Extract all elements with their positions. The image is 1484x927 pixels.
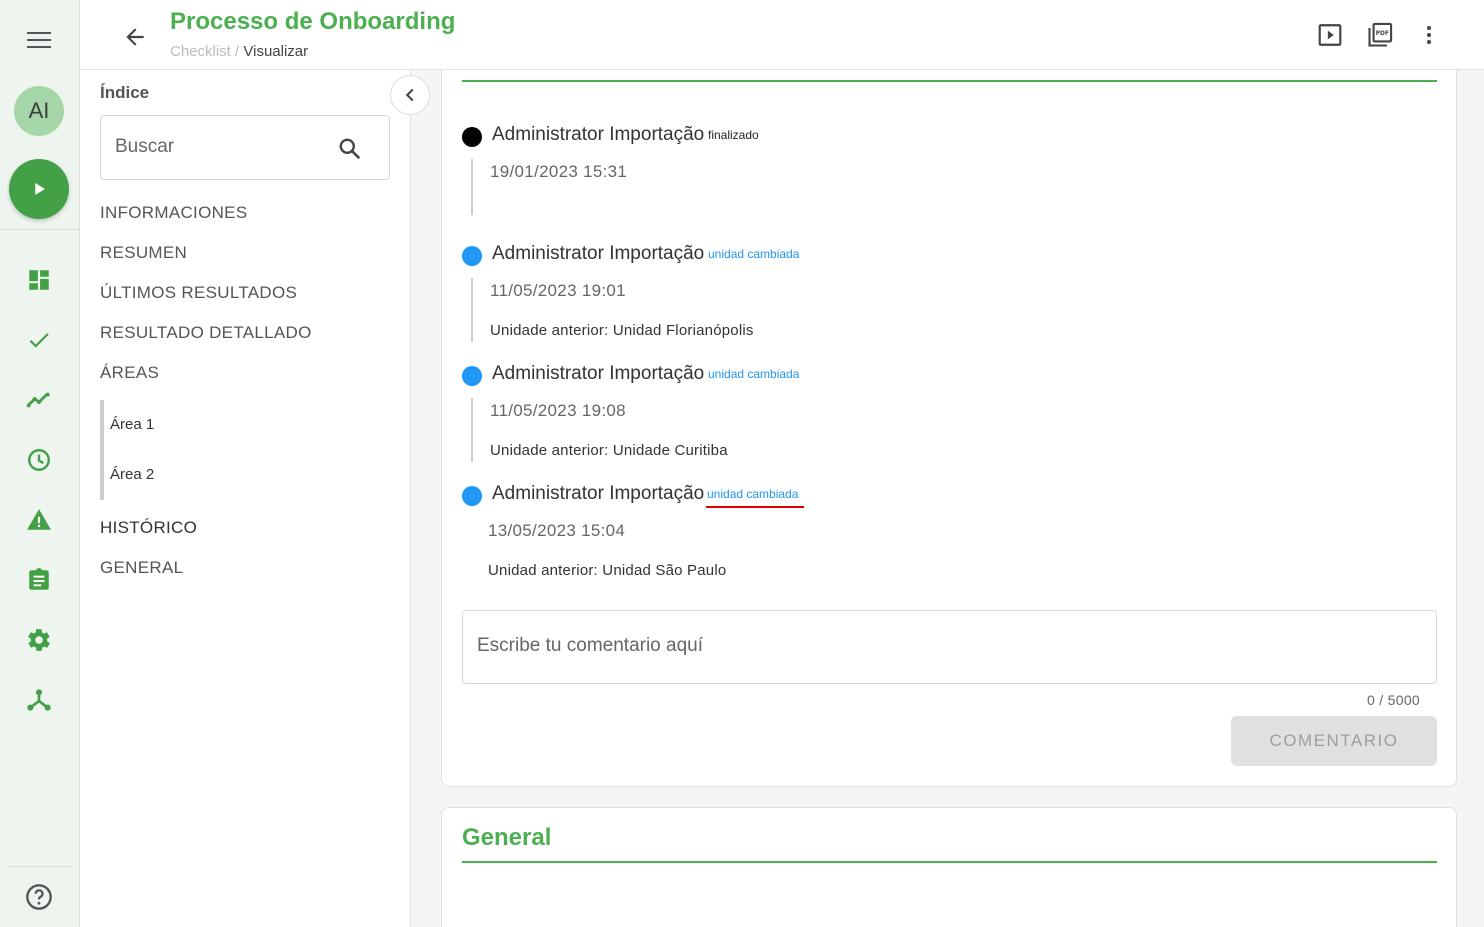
- history-tag: finalizado: [708, 128, 759, 142]
- comment-input[interactable]: [477, 635, 1417, 665]
- history-user: Administrator Importação: [492, 243, 705, 264]
- history-tag-highlighted: unidad cambiada: [706, 487, 805, 508]
- history-date: 13/05/2023 15:04: [488, 521, 626, 540]
- index-item-informaciones[interactable]: INFORMACIONES: [100, 203, 247, 223]
- history-detail: Unidade anterior: Unidad Florianópolis: [490, 322, 754, 339]
- index-item-resumen[interactable]: RESUMEN: [100, 243, 187, 263]
- history-user: Administrator Importação: [492, 363, 705, 384]
- search-box: [100, 115, 390, 180]
- character-counter: 0 / 5000: [1367, 692, 1420, 708]
- divider: [10, 866, 70, 867]
- pdf-icon[interactable]: PDF: [1365, 20, 1395, 50]
- index-subitem-area-2[interactable]: Área 2: [110, 466, 154, 483]
- history-user: Administrator Importação: [492, 124, 705, 145]
- status-dot: [462, 366, 482, 386]
- nav-rail: AI: [0, 0, 80, 927]
- history-date: 19/01/2023 15:31: [490, 162, 628, 181]
- index-item-historico[interactable]: HISTÓRICO: [100, 518, 197, 538]
- status-dot: [462, 486, 482, 506]
- index-subitem-area-1[interactable]: Área 1: [110, 416, 154, 433]
- search-icon[interactable]: [337, 136, 363, 162]
- history-date: 11/05/2023 19:01: [490, 281, 626, 300]
- help-icon[interactable]: [24, 882, 54, 912]
- section-title: General: [462, 824, 552, 851]
- index-label: Índice: [100, 83, 150, 102]
- clipboard-icon[interactable]: [24, 565, 54, 595]
- general-card: General: [441, 807, 1457, 927]
- page-title: Processo de Onboarding: [170, 8, 456, 35]
- more-vertical-icon[interactable]: [1414, 20, 1444, 50]
- dashboard-icon[interactable]: [24, 265, 54, 295]
- timeline-line: [471, 159, 473, 215]
- sub-items-indicator: [100, 400, 104, 500]
- status-dot: [462, 246, 482, 266]
- timeline-line: [471, 398, 473, 462]
- index-item-general[interactable]: GENERAL: [100, 558, 183, 578]
- play-icon: [35, 183, 45, 195]
- breadcrumb: Checklist / Visualizar: [170, 43, 308, 60]
- svg-text:PDF: PDF: [1376, 31, 1389, 37]
- index-panel: Índice INFORMACIONES RESUMEN ÚLTIMOS RES…: [80, 70, 411, 927]
- history-detail: Unidad anterior: Unidad São Paulo: [488, 562, 727, 579]
- comment-box: [462, 610, 1437, 684]
- history-date: 11/05/2023 19:08: [490, 401, 626, 420]
- index-item-resultado-detallado[interactable]: RESULTADO DETALLADO: [100, 323, 312, 343]
- breadcrumb-current: Visualizar: [243, 43, 309, 60]
- avatar[interactable]: AI: [14, 86, 64, 136]
- back-arrow-icon[interactable]: [120, 22, 150, 52]
- collapse-panel-button[interactable]: [390, 75, 430, 115]
- section-divider: [462, 80, 1437, 82]
- warning-icon[interactable]: [24, 505, 54, 535]
- history-card: Administrator Importação finalizado 19/0…: [441, 70, 1457, 787]
- gear-icon[interactable]: [24, 625, 54, 655]
- play-button[interactable]: [9, 159, 69, 219]
- network-icon[interactable]: [24, 685, 54, 715]
- breadcrumb-separator: /: [230, 43, 244, 60]
- history-user: Administrator Importação: [492, 483, 705, 504]
- index-item-areas[interactable]: ÁREAS: [100, 363, 159, 383]
- section-divider: [462, 861, 1437, 863]
- status-dot: [462, 127, 482, 147]
- presentation-play-icon[interactable]: [1315, 20, 1345, 50]
- history-tag: unidad cambiada: [708, 247, 800, 261]
- divider: [0, 229, 80, 230]
- clock-icon[interactable]: [24, 445, 54, 475]
- history-detail: Unidade anterior: Unidade Curitiba: [490, 442, 728, 459]
- menu-icon[interactable]: [24, 27, 54, 51]
- index-item-ultimos-resultados[interactable]: ÚLTIMOS RESULTADOS: [100, 283, 297, 303]
- checkmark-icon[interactable]: [24, 325, 54, 355]
- search-input[interactable]: [115, 136, 325, 158]
- timeline-line: [471, 278, 473, 342]
- history-tag: unidad cambiada: [708, 367, 800, 381]
- trending-icon[interactable]: [24, 385, 54, 415]
- page-header: Processo de Onboarding Checklist / Visua…: [80, 0, 1484, 70]
- chevron-left-icon: [405, 88, 414, 102]
- comment-button[interactable]: COMENTARIO: [1231, 716, 1437, 766]
- breadcrumb-parent[interactable]: Checklist: [170, 43, 231, 60]
